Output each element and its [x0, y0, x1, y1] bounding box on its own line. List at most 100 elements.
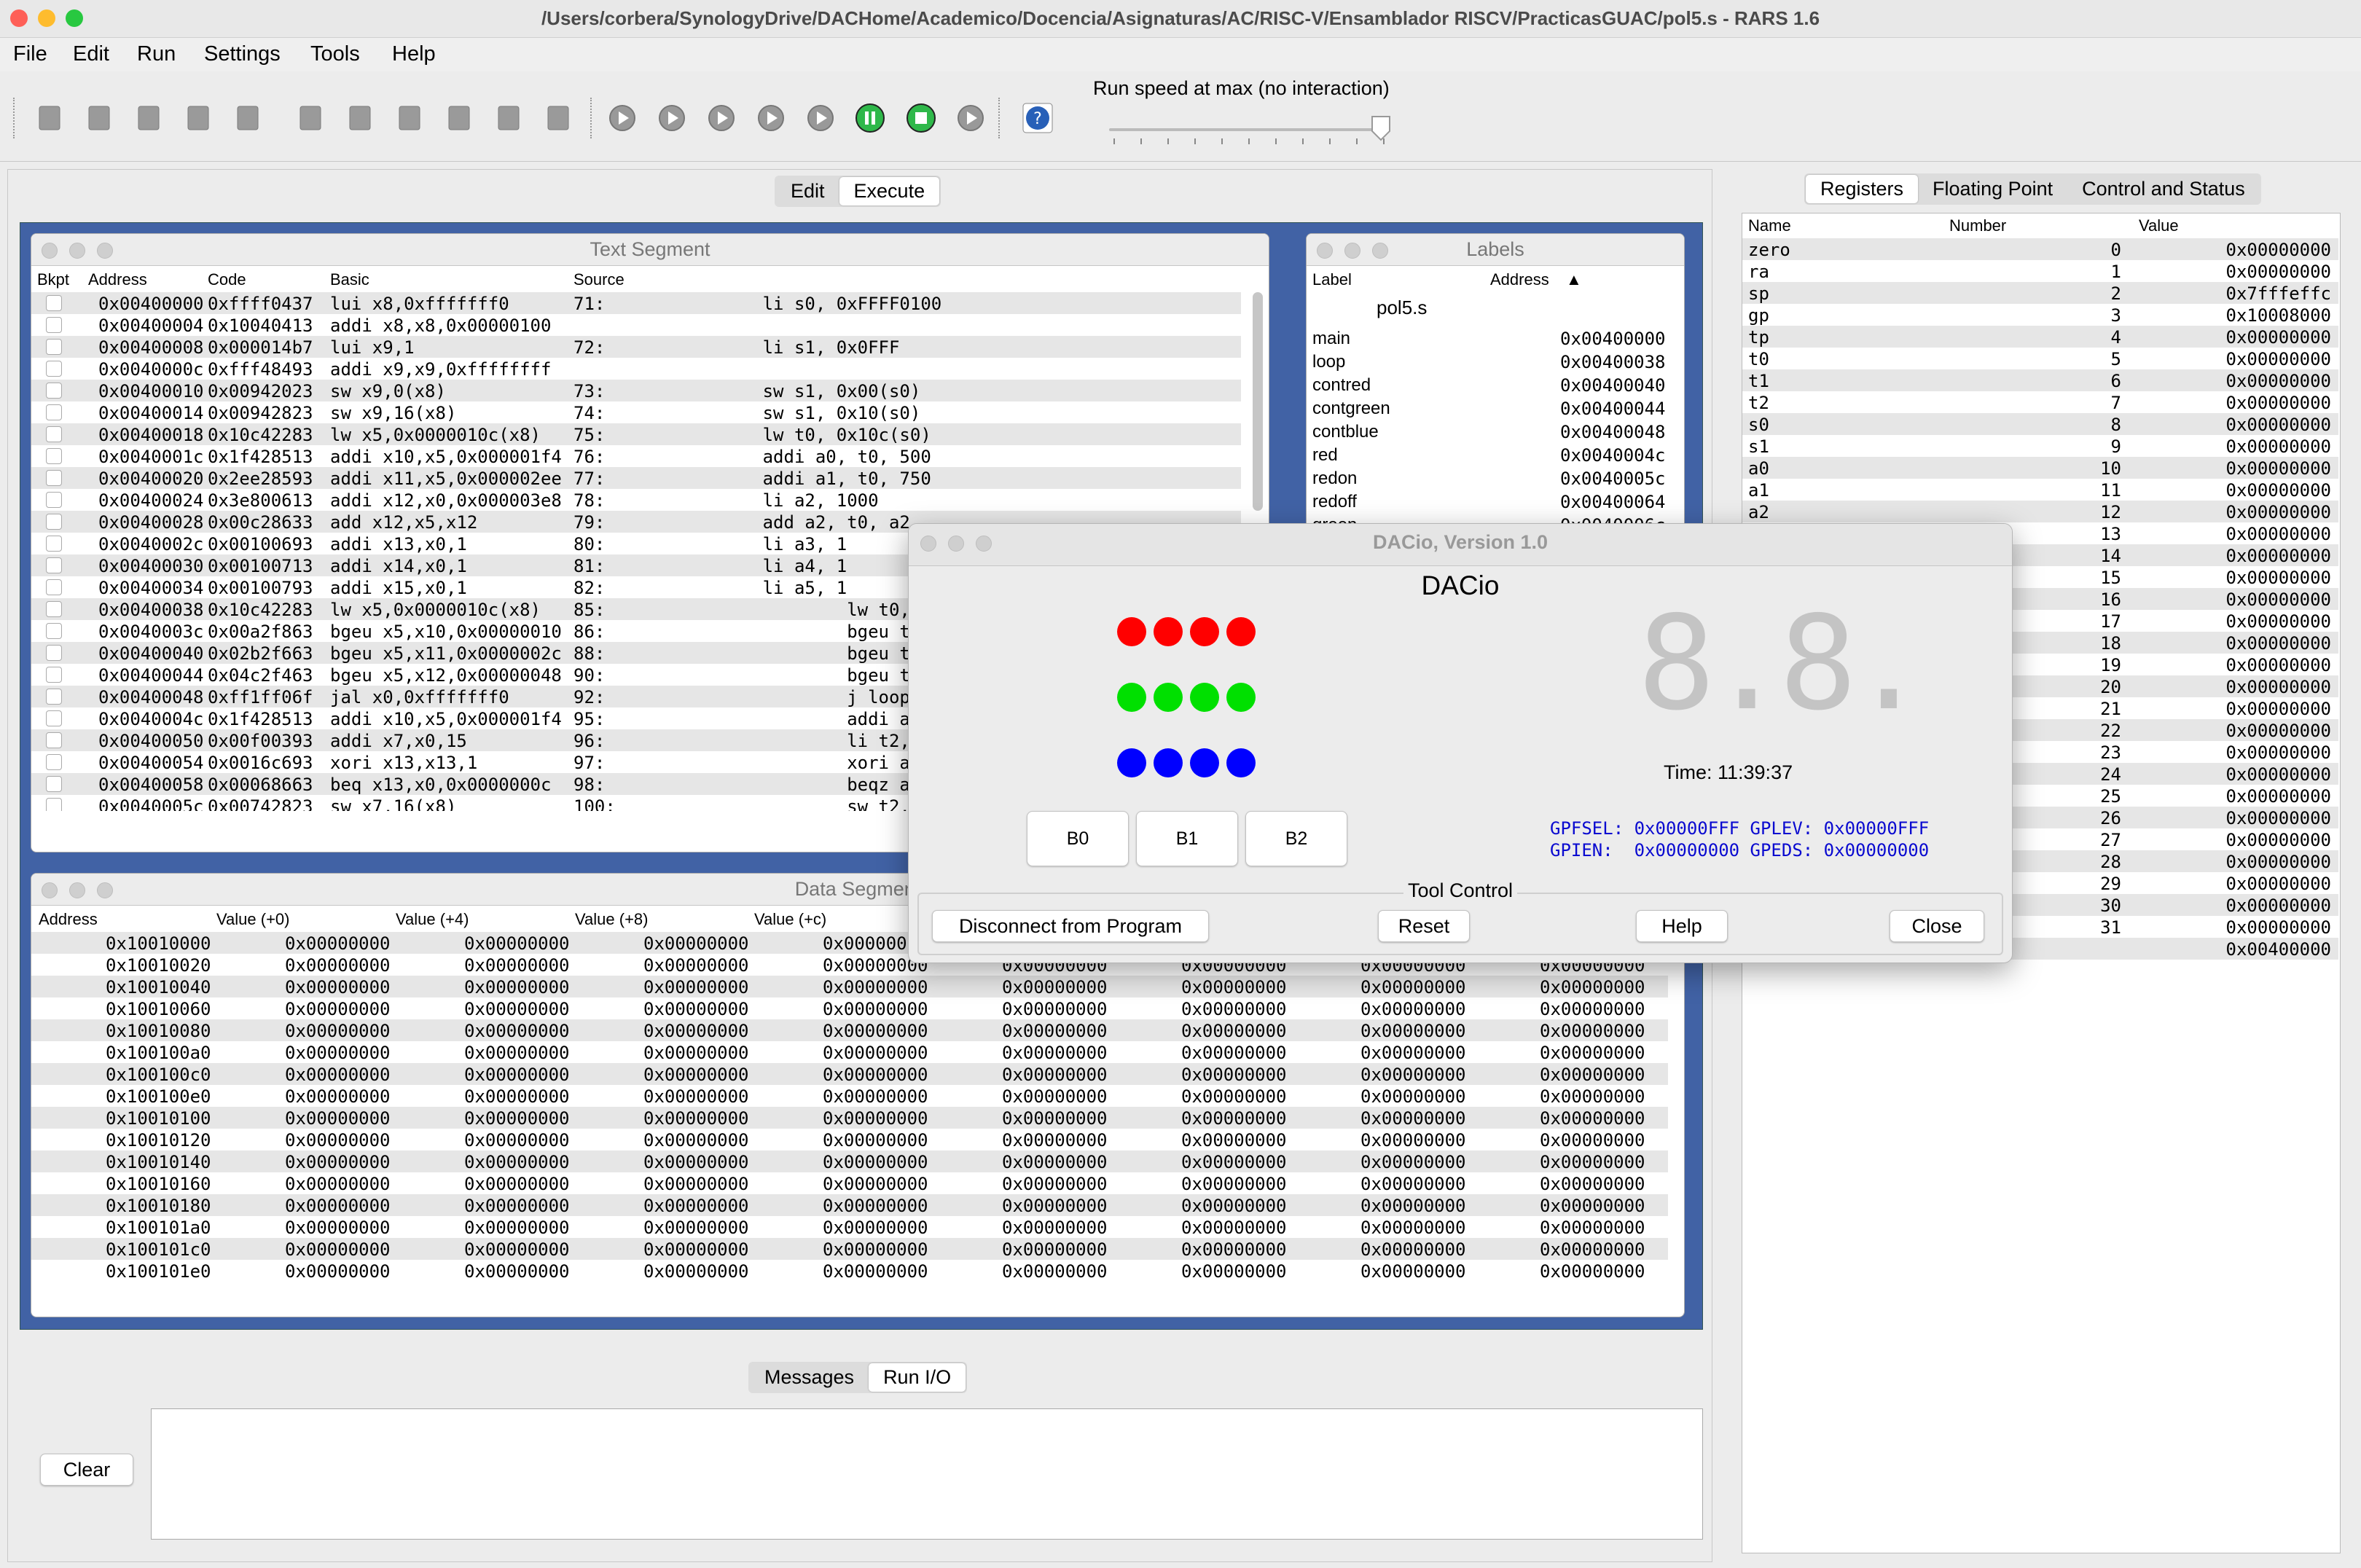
disconnect-button[interactable]: Disconnect from Program: [932, 910, 1209, 942]
data-value-cell[interactable]: 0x00000000: [464, 1086, 570, 1107]
data-value-cell[interactable]: 0x00000000: [643, 1239, 749, 1260]
run-icon[interactable]: [651, 99, 692, 137]
data-value-cell[interactable]: 0x00000000: [823, 1196, 928, 1216]
data-value-cell[interactable]: 0x00000000: [643, 1196, 749, 1216]
label-row[interactable]: main 0x00400000: [1307, 327, 1671, 349]
data-value-cell[interactable]: 0x00000000: [464, 955, 570, 976]
menu-help[interactable]: Help: [392, 42, 436, 66]
data-value-cell[interactable]: 0x00000000: [643, 999, 749, 1019]
data-value-cell[interactable]: 0x00000000: [823, 1065, 928, 1085]
breakpoint-checkbox[interactable]: [46, 514, 62, 530]
data-value-cell[interactable]: 0x00000000: [1181, 1261, 1287, 1282]
data-value-cell[interactable]: 0x00000000: [1540, 977, 1645, 997]
data-value-cell[interactable]: 0x00000000: [285, 1152, 391, 1172]
data-value-cell[interactable]: 0x00000000: [823, 1261, 928, 1282]
breakpoint-checkbox[interactable]: [46, 383, 62, 399]
new-file-icon[interactable]: [29, 99, 70, 137]
tab-execute[interactable]: Execute: [839, 177, 940, 205]
data-value-cell[interactable]: 0x00000000: [1002, 1065, 1108, 1085]
data-value-cell[interactable]: 0x00000000: [1002, 999, 1108, 1019]
tab-control-status[interactable]: Control and Status: [2067, 175, 2260, 203]
data-value-cell[interactable]: 0x00000000: [464, 1239, 570, 1260]
data-value-cell[interactable]: 0x00000000: [1002, 1043, 1108, 1063]
data-value-cell[interactable]: 0x00000000: [464, 999, 570, 1019]
help-button[interactable]: Help: [1636, 910, 1728, 942]
run-speed-slider[interactable]: [1109, 128, 1390, 131]
data-value-cell[interactable]: 0x00000000: [1540, 1108, 1645, 1129]
tab-run-io[interactable]: Run I/O: [869, 1363, 966, 1392]
label-row[interactable]: contred 0x00400040: [1307, 374, 1671, 396]
text-segment-row[interactable]: 0x00400020 0x2ee28593 addi x11,x5,0x000002…: [31, 467, 1241, 489]
register-value[interactable]: 0x7fffeffc: [1742, 283, 2332, 304]
data-value-cell[interactable]: 0x00000000: [464, 933, 570, 954]
data-value-cell[interactable]: 0x00000000: [1540, 1174, 1645, 1194]
data-value-cell[interactable]: 0x00000000: [1002, 1239, 1108, 1260]
data-value-cell[interactable]: 0x00000000: [1002, 977, 1108, 997]
data-value-cell[interactable]: 0x00000000: [1181, 1174, 1287, 1194]
text-segment-scrollbar[interactable]: [1253, 292, 1263, 511]
breakpoint-checkbox[interactable]: [46, 798, 62, 811]
data-value-cell[interactable]: 0x00000000: [643, 977, 749, 997]
data-value-cell[interactable]: 0x00000000: [285, 1043, 391, 1063]
data-value-cell[interactable]: 0x00000000: [1360, 1130, 1466, 1150]
data-value-cell[interactable]: 0x00000000: [643, 1130, 749, 1150]
data-value-cell[interactable]: 0x00000000: [285, 1130, 391, 1150]
text-segment-row[interactable]: 0x00400008 0x000014b7 lui x9,1 72: li s1, 0…: [31, 336, 1241, 358]
data-value-cell[interactable]: 0x00000000: [823, 1108, 928, 1129]
label-row[interactable]: loop 0x00400038: [1307, 350, 1671, 372]
text-segment-row[interactable]: 0x0040000c 0xfff48493 addi x9,x9,0xfffffff…: [31, 358, 1241, 380]
breakpoint-checkbox[interactable]: [46, 317, 62, 333]
data-value-cell[interactable]: 0x00000000: [1002, 1152, 1108, 1172]
data-value-cell[interactable]: 0x00000000: [1540, 999, 1645, 1019]
text-segment-row[interactable]: 0x00400004 0x10040413 addi x8,x8,0x0000010…: [31, 314, 1241, 336]
data-value-cell[interactable]: 0x00000000: [285, 1086, 391, 1107]
data-value-cell[interactable]: 0x00000000: [1540, 1130, 1645, 1150]
register-value[interactable]: 0x00000000: [1742, 502, 2332, 522]
data-value-cell[interactable]: 0x00000000: [1360, 1218, 1466, 1238]
data-value-cell[interactable]: 0x00000000: [823, 1086, 928, 1107]
data-value-cell[interactable]: 0x00000000: [1181, 1218, 1287, 1238]
data-value-cell[interactable]: 0x00000000: [285, 933, 391, 954]
menu-settings[interactable]: Settings: [204, 42, 281, 66]
breakpoint-checkbox[interactable]: [46, 361, 62, 377]
data-value-cell[interactable]: 0x00000000: [823, 999, 928, 1019]
col-label-address[interactable]: Address: [1490, 270, 1549, 289]
breakpoint-checkbox[interactable]: [46, 732, 62, 748]
data-value-cell[interactable]: 0x00000000: [285, 999, 391, 1019]
run-speed-slider-thumb[interactable]: [1370, 115, 1392, 141]
reset-icon[interactable]: [950, 99, 991, 137]
data-value-cell[interactable]: 0x00000000: [643, 1021, 749, 1041]
data-value-cell[interactable]: 0x00000000: [1540, 1196, 1645, 1216]
data-value-cell[interactable]: 0x00000000: [464, 1196, 570, 1216]
text-segment-row[interactable]: 0x0040001c 0x1f428513 addi x10,x5,0x000001…: [31, 445, 1241, 467]
menu-tools[interactable]: Tools: [310, 42, 360, 66]
data-value-cell[interactable]: 0x00000000: [1002, 1196, 1108, 1216]
data-value-cell[interactable]: 0x00000000: [1360, 1174, 1466, 1194]
data-value-cell[interactable]: 0x00000000: [1360, 1043, 1466, 1063]
register-value[interactable]: 0x00000000: [1742, 327, 2332, 348]
data-value-cell[interactable]: 0x00000000: [643, 1218, 749, 1238]
breakpoint-checkbox[interactable]: [46, 689, 62, 705]
data-value-cell[interactable]: 0x00000000: [1360, 1065, 1466, 1085]
breakpoint-checkbox[interactable]: [46, 426, 62, 442]
data-value-cell[interactable]: 0x00000000: [285, 1218, 391, 1238]
register-value[interactable]: 0x00000000: [1742, 371, 2332, 391]
breakpoint-checkbox[interactable]: [46, 667, 62, 683]
data-value-cell[interactable]: 0x00000000: [464, 1261, 570, 1282]
reset-button[interactable]: Reset: [1378, 910, 1470, 942]
close-button[interactable]: Close: [1890, 910, 1984, 942]
data-value-cell[interactable]: 0x00000000: [1181, 1043, 1287, 1063]
data-value-cell[interactable]: 0x00000000: [1360, 1086, 1466, 1107]
cut-icon[interactable]: [389, 99, 430, 137]
clear-button[interactable]: Clear: [40, 1454, 133, 1486]
data-value-cell[interactable]: 0x00000000: [823, 1152, 928, 1172]
data-value-cell[interactable]: 0x00000000: [643, 1086, 749, 1107]
pause-icon[interactable]: [850, 99, 890, 137]
data-value-cell[interactable]: 0x00000000: [1002, 1021, 1108, 1041]
register-value[interactable]: 0x00000000: [1742, 480, 2332, 501]
b1-button[interactable]: B1: [1136, 811, 1238, 866]
data-value-cell[interactable]: 0x00000000: [285, 977, 391, 997]
label-row[interactable]: redon 0x0040005c: [1307, 467, 1671, 489]
data-value-cell[interactable]: 0x00000000: [1181, 1152, 1287, 1172]
breakpoint-checkbox[interactable]: [46, 557, 62, 573]
